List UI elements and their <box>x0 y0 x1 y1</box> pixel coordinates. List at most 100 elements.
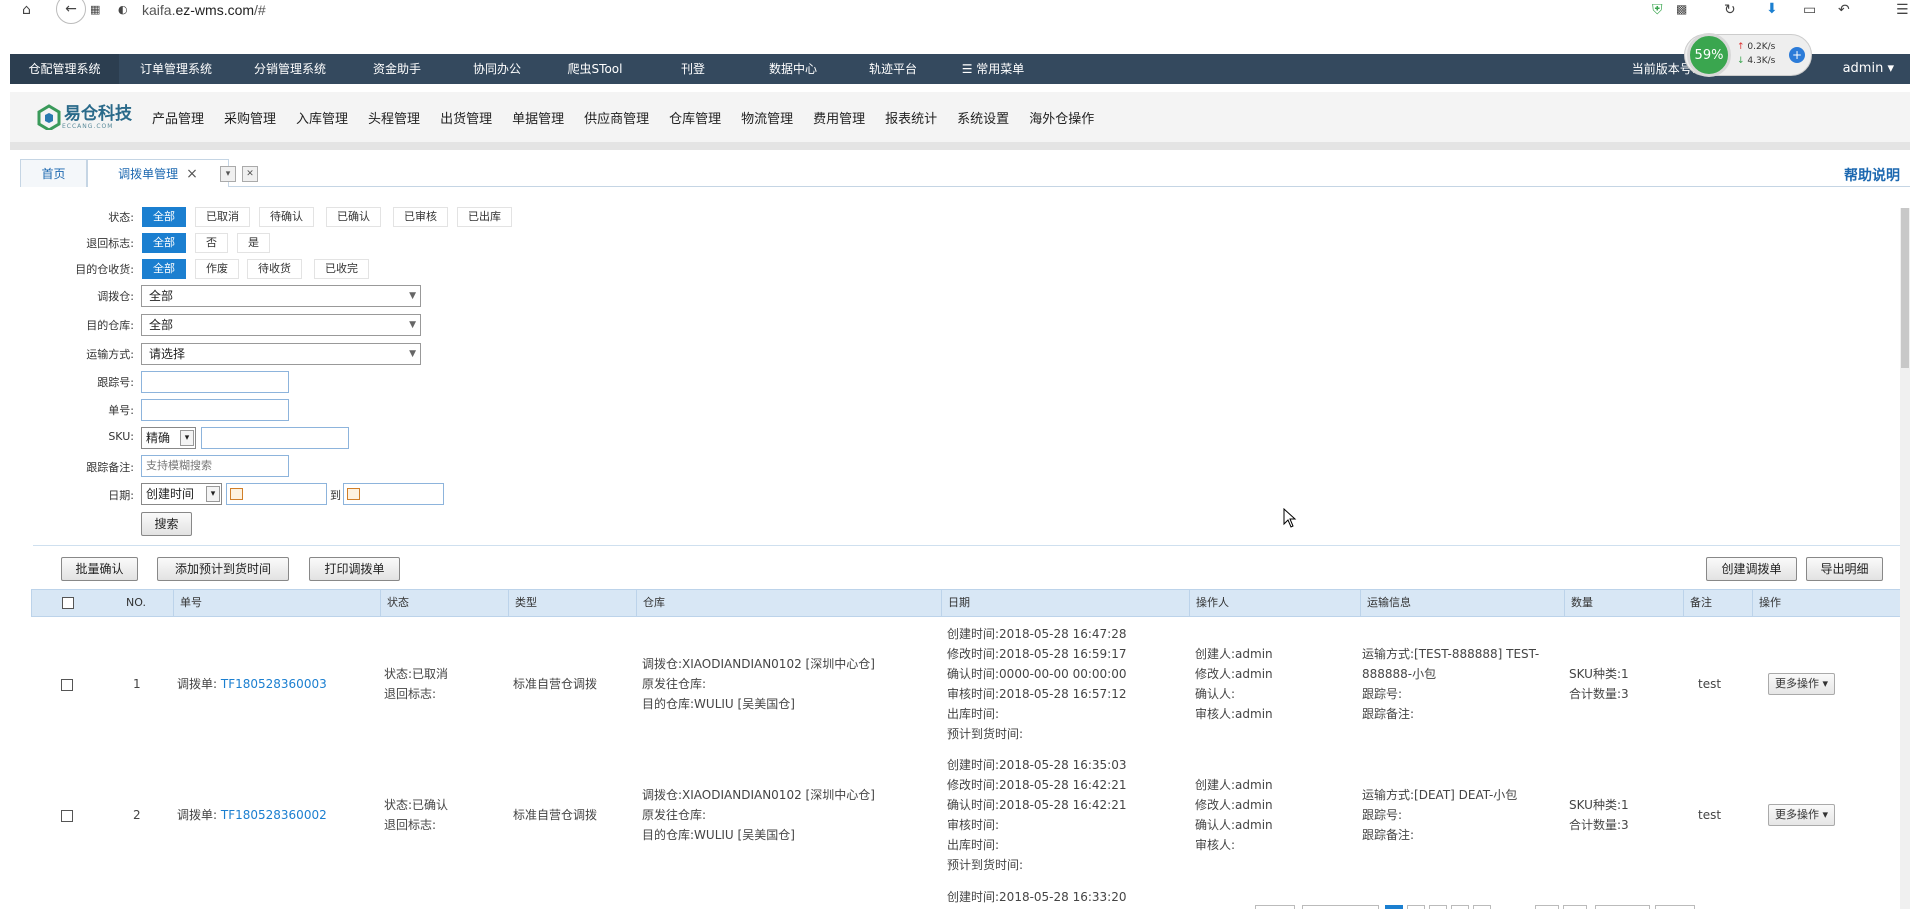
status-shipped-chip[interactable]: 已出库 <box>457 207 512 227</box>
status-audited-chip[interactable]: 已审核 <box>393 207 448 227</box>
module-nav-item[interactable]: 仓库管理 <box>659 108 731 127</box>
pager-box[interactable] <box>1302 905 1379 909</box>
pager-box[interactable] <box>1595 905 1650 909</box>
pager-box[interactable] <box>1473 905 1491 909</box>
order-link[interactable]: TF180528360002 <box>221 808 327 822</box>
system-nav-item[interactable]: 仓配管理系统 <box>10 54 119 84</box>
address-bar[interactable]: kaifa.ez-wms.com/# <box>142 2 266 18</box>
remark-input[interactable]: 支持模糊搜索 <box>141 455 289 477</box>
chevron-down-icon: ▾ <box>1822 677 1829 690</box>
system-nav-item[interactable]: 分销管理系统 <box>233 54 347 84</box>
export-detail-button[interactable]: 导出明细 <box>1806 557 1883 581</box>
tab-dropdown-icon[interactable]: ▾ <box>220 166 236 182</box>
pager-box[interactable] <box>1255 905 1295 909</box>
site-info-icon[interactable]: ◐ <box>118 3 128 16</box>
system-nav-item[interactable]: 轨迹平台 <box>843 54 943 84</box>
close-icon[interactable]: × <box>186 166 198 182</box>
system-nav-item[interactable]: 协同办公 <box>447 54 547 84</box>
status-cancelled-chip[interactable]: 已取消 <box>195 207 250 227</box>
select-all-checkbox[interactable] <box>62 597 74 609</box>
module-nav-item[interactable]: 报表统计 <box>875 108 947 127</box>
module-nav-item[interactable]: 费用管理 <box>803 108 875 127</box>
dest-receive-void-chip[interactable]: 作废 <box>195 259 239 279</box>
date-to-input[interactable] <box>343 483 444 505</box>
order-no-input[interactable] <box>141 399 289 421</box>
dest-receive-all-chip[interactable]: 全部 <box>142 259 186 279</box>
scrollbar-thumb[interactable] <box>1901 208 1909 368</box>
tab-home[interactable]: 首页 <box>20 159 87 187</box>
refresh-icon[interactable]: ↻ <box>1724 2 1736 18</box>
system-nav-item[interactable]: 资金助手 <box>347 54 447 84</box>
return-yes-chip[interactable]: 是 <box>237 233 270 253</box>
module-nav-item[interactable]: 供应商管理 <box>574 108 659 127</box>
date-type-select[interactable]: 创建时间 ▾ <box>141 483 222 505</box>
status-confirmed-chip[interactable]: 已确认 <box>326 207 381 227</box>
download-icon[interactable]: ⬇ <box>1766 1 1778 17</box>
sku-mode-select[interactable]: 精确 ▾ <box>141 427 196 449</box>
system-nav-item[interactable]: 订单管理系统 <box>119 54 233 84</box>
status-all-chip[interactable]: 全部 <box>142 207 186 227</box>
module-nav-item[interactable]: 产品管理 <box>142 108 214 127</box>
back-icon[interactable]: ← <box>56 0 86 24</box>
row-checkbox[interactable] <box>61 810 73 822</box>
module-nav-item[interactable]: 采购管理 <box>214 108 286 127</box>
window-icon[interactable]: ▭ <box>1803 2 1816 18</box>
tracking-input[interactable] <box>141 371 289 393</box>
help-link[interactable]: 帮助说明 <box>1844 165 1900 185</box>
more-actions-button[interactable]: 更多操作 ▾ <box>1768 804 1836 826</box>
plus-icon[interactable]: + <box>1789 47 1805 63</box>
calendar-icon[interactable] <box>347 488 360 500</box>
print-transfer-button[interactable]: 打印调拨单 <box>309 557 400 581</box>
dest-receive-pending-chip[interactable]: 待收货 <box>247 259 302 279</box>
return-no-chip[interactable]: 否 <box>195 233 228 253</box>
reader-icon[interactable]: ▦ <box>90 3 100 16</box>
sku-input[interactable] <box>201 427 349 449</box>
module-nav-item[interactable]: 入库管理 <box>286 108 358 127</box>
status-pending-chip[interactable]: 待确认 <box>259 207 314 227</box>
system-nav-item[interactable]: 数据中心 <box>743 54 843 84</box>
return-all-chip[interactable]: 全部 <box>142 233 186 253</box>
shield-icon[interactable]: ⛨ <box>1652 2 1663 18</box>
add-eta-button[interactable]: 添加预计到货时间 <box>157 557 289 581</box>
menu-icon[interactable]: ☰ <box>1896 2 1909 18</box>
pager-box[interactable] <box>1451 905 1469 909</box>
qr-code-icon[interactable]: ▩ <box>1676 2 1687 16</box>
network-speed-widget[interactable]: 59% ↑ 0.2K/s ↓ 4.3K/s + <box>1684 33 1812 77</box>
dest-warehouse-select[interactable]: 全部 ▼ <box>141 314 421 336</box>
tab-transfer-orders[interactable]: 调拨单管理 × <box>87 159 229 187</box>
pager-box[interactable] <box>1563 905 1587 909</box>
more-actions-button[interactable]: 更多操作 ▾ <box>1768 673 1836 695</box>
dest-receive-done-chip[interactable]: 已收完 <box>314 259 369 279</box>
column-header: 数量 <box>1564 590 1683 616</box>
calendar-icon[interactable] <box>230 488 243 500</box>
undo-icon[interactable]: ↶ <box>1838 2 1850 18</box>
order-link[interactable]: TF180528360003 <box>221 677 327 691</box>
tab-close-all-icon[interactable]: ✕ <box>242 166 258 182</box>
create-transfer-button[interactable]: 创建调拨单 <box>1706 557 1797 581</box>
system-nav-item[interactable]: 刊登 <box>643 54 743 84</box>
page-scrollbar[interactable] <box>1900 208 1910 909</box>
from-warehouse-select[interactable]: 全部 ▼ <box>141 285 421 307</box>
pager-box[interactable] <box>1535 905 1559 909</box>
row-checkbox[interactable] <box>61 679 73 691</box>
ship-method-select[interactable]: 请选择 ▼ <box>141 343 421 365</box>
module-nav-item[interactable]: 系统设置 <box>947 108 1019 127</box>
pager-box[interactable] <box>1407 905 1425 909</box>
pager-box[interactable] <box>1655 905 1695 909</box>
module-nav-item[interactable]: 海外仓操作 <box>1019 108 1104 127</box>
module-nav-item[interactable]: 头程管理 <box>358 108 430 127</box>
pager-current[interactable] <box>1385 905 1403 909</box>
pager-box[interactable] <box>1429 905 1447 909</box>
module-nav-item[interactable]: 物流管理 <box>731 108 803 127</box>
batch-confirm-button[interactable]: 批量确认 <box>61 557 138 581</box>
common-menu-item[interactable]: ☰ 常用菜单 <box>943 54 1043 84</box>
module-nav-item[interactable]: 单据管理 <box>502 108 574 127</box>
column-header: 备注 <box>1683 590 1752 616</box>
module-nav: 易仓科技 ECCANG.COM 产品管理 采购管理 入库管理 头程管理 出货管理… <box>10 92 1910 142</box>
search-button[interactable]: 搜索 <box>141 512 192 536</box>
system-nav-item[interactable]: 爬虫STool <box>547 54 643 84</box>
user-menu[interactable]: admin ▾ <box>1843 54 1894 84</box>
date-from-input[interactable] <box>226 483 327 505</box>
home-icon[interactable]: ⌂ <box>22 2 31 18</box>
module-nav-item[interactable]: 出货管理 <box>430 108 502 127</box>
